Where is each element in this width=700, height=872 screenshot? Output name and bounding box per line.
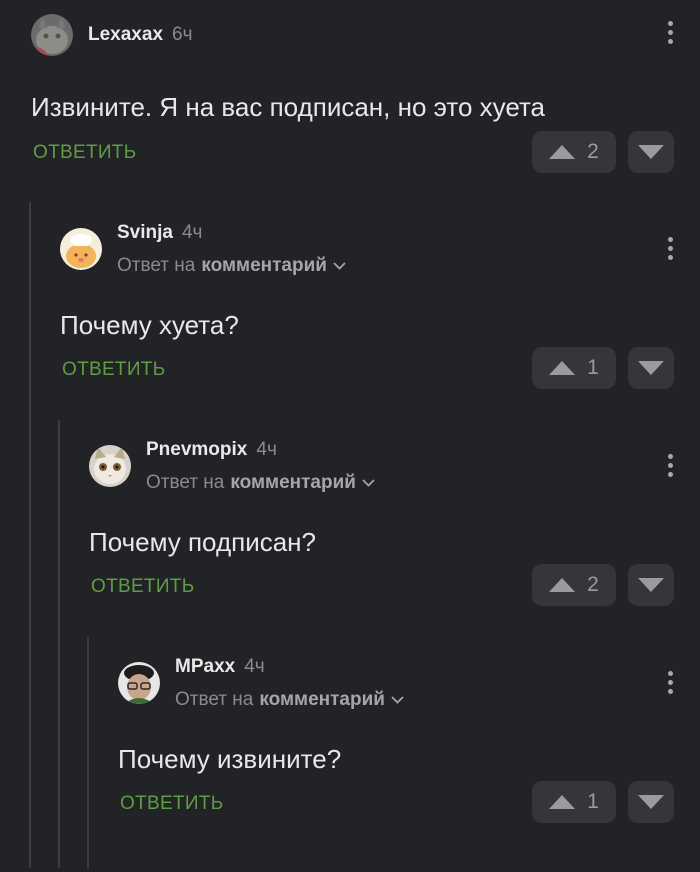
comment-text: Почему извините?: [118, 744, 342, 774]
author-name[interactable]: Svinja: [117, 222, 173, 244]
comment-header: Lexaxax 6ч: [31, 14, 192, 56]
avatar[interactable]: [31, 14, 73, 56]
comment: MPaxx 4ч Ответ на комментарий Почему изв…: [118, 656, 700, 872]
triangle-down-icon: [638, 795, 664, 809]
triangle-up-icon: [549, 361, 576, 375]
chevron-down-icon[interactable]: [362, 478, 375, 487]
reply-to[interactable]: Ответ на комментарий: [175, 689, 404, 711]
reply-button[interactable]: ОТВЕТИТЬ: [33, 142, 136, 164]
reply-button[interactable]: ОТВЕТИТЬ: [91, 576, 194, 598]
triangle-up-icon: [549, 145, 576, 159]
comment: Pnevmopix 4ч Ответ на комментарий Почему…: [89, 439, 700, 655]
thread-line-level-2: [58, 420, 60, 868]
upvote-button[interactable]: 1: [532, 347, 616, 389]
triangle-up-icon: [549, 795, 576, 809]
upvote-button[interactable]: 2: [532, 564, 616, 606]
reply-to[interactable]: Ответ на комментарий: [146, 472, 375, 494]
author-name[interactable]: Pnevmopix: [146, 439, 247, 461]
reply-prefix: Ответ на: [175, 688, 254, 710]
comment-text: Почему хуета?: [60, 310, 239, 340]
comment-header: MPaxx 4ч Ответ на комментарий: [118, 656, 404, 710]
more-vertical-icon[interactable]: [668, 454, 674, 477]
more-vertical-icon[interactable]: [668, 237, 674, 260]
comment-time: 4ч: [181, 221, 203, 243]
author-name[interactable]: MPaxx: [175, 656, 235, 678]
triangle-up-icon: [549, 578, 576, 592]
avatar[interactable]: [89, 445, 131, 487]
downvote-button[interactable]: [628, 564, 674, 606]
chevron-down-icon[interactable]: [333, 261, 346, 270]
reply-target[interactable]: комментарий: [230, 472, 356, 494]
thread-line-level-3: [87, 637, 89, 868]
comment-time: 6ч: [172, 24, 193, 45]
thread-line-level-1: [29, 202, 31, 868]
vote-count: 1: [587, 356, 599, 379]
downvote-button[interactable]: [628, 781, 674, 823]
comment-text: Почему подписан?: [89, 527, 316, 557]
comment-meta: Svinja 4ч Ответ на комментарий: [117, 222, 346, 277]
chevron-down-icon[interactable]: [391, 695, 404, 704]
vote-count: 1: [587, 790, 599, 813]
reply-target[interactable]: комментарий: [201, 255, 327, 277]
vote-count: 2: [587, 140, 599, 163]
comment-header: Svinja 4ч Ответ на комментарий: [60, 222, 346, 276]
more-vertical-icon[interactable]: [668, 671, 674, 694]
comment-meta: Pnevmopix 4ч Ответ на комментарий: [146, 439, 375, 494]
avatar[interactable]: [118, 662, 160, 704]
triangle-down-icon: [638, 361, 664, 375]
comment-text: Извините. Я на вас подписан, но это хует…: [31, 92, 546, 122]
downvote-button[interactable]: [628, 131, 674, 173]
reply-button[interactable]: ОТВЕТИТЬ: [62, 359, 165, 381]
comment: Lexaxax 6ч Извините. Я на вас подписан, …: [31, 14, 700, 224]
vote-count: 2: [587, 573, 599, 596]
downvote-button[interactable]: [628, 347, 674, 389]
comment-time: 4ч: [256, 438, 277, 460]
reply-to[interactable]: Ответ на комментарий: [117, 255, 346, 277]
reply-prefix: Ответ на: [117, 254, 196, 276]
author-name[interactable]: Lexaxax: [88, 24, 163, 46]
comment-meta: MPaxx 4ч Ответ на комментарий: [175, 656, 404, 711]
comment-meta: Lexaxax 6ч: [88, 24, 192, 46]
reply-target[interactable]: комментарий: [259, 689, 385, 711]
upvote-button[interactable]: 1: [532, 781, 616, 823]
reply-prefix: Ответ на: [146, 471, 225, 493]
triangle-down-icon: [638, 578, 664, 592]
triangle-down-icon: [638, 145, 664, 159]
comment-time: 4ч: [244, 655, 265, 677]
comment-header: Pnevmopix 4ч Ответ на комментарий: [89, 439, 375, 493]
upvote-button[interactable]: 2: [532, 131, 616, 173]
more-vertical-icon[interactable]: [668, 21, 674, 44]
comment: Svinja 4ч Ответ на комментарий Почему ху…: [60, 222, 700, 438]
avatar[interactable]: [60, 228, 102, 270]
reply-button[interactable]: ОТВЕТИТЬ: [120, 793, 223, 815]
